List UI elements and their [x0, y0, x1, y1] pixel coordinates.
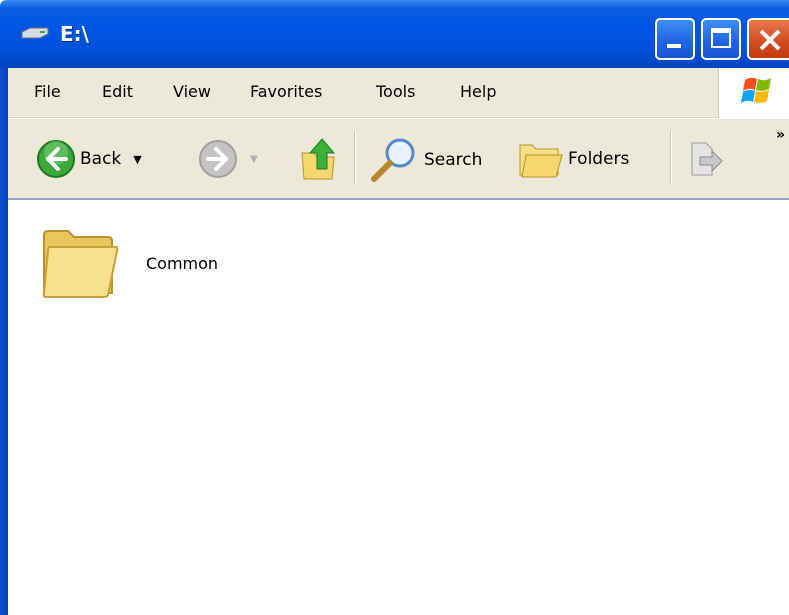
- maximize-icon: [711, 28, 731, 48]
- list-item[interactable]: Common: [40, 225, 218, 301]
- toolbar: Back ▼ ▼ Search Folders »: [8, 118, 789, 200]
- close-icon: [759, 29, 781, 51]
- back-label: Back: [80, 149, 122, 169]
- move-to-button[interactable]: [684, 139, 724, 179]
- forward-button[interactable]: ▼: [198, 139, 258, 179]
- search-icon: [371, 138, 415, 182]
- maximize-button[interactable]: [701, 18, 741, 60]
- close-button[interactable]: [747, 18, 789, 60]
- menu-tools[interactable]: Tools: [376, 82, 415, 101]
- back-button[interactable]: Back ▼: [36, 139, 142, 179]
- title-bar[interactable]: E:\: [0, 0, 789, 68]
- toolbar-separator: [354, 131, 355, 185]
- folders-button[interactable]: Folders: [518, 137, 629, 181]
- file-name: Common: [146, 253, 219, 273]
- forward-dropdown-icon[interactable]: ▼: [250, 154, 258, 165]
- minimize-button[interactable]: [655, 18, 695, 60]
- windows-logo: [718, 68, 789, 118]
- folders-icon: [519, 144, 563, 178]
- menu-edit[interactable]: Edit: [102, 82, 133, 101]
- menu-favorites[interactable]: Favorites: [250, 82, 322, 101]
- windows-flag-icon: [741, 77, 771, 103]
- minimize-icon: [667, 44, 681, 48]
- toolbar-more-button[interactable]: »: [776, 127, 785, 143]
- file-list: Common: [8, 200, 789, 615]
- window-title: E:\: [60, 22, 89, 46]
- menu-file[interactable]: File: [34, 82, 61, 101]
- folder-icon: [42, 230, 119, 298]
- move-to-icon: [691, 142, 723, 176]
- menu-bar: File Edit View Favorites Tools Help: [8, 68, 789, 118]
- menu-view[interactable]: View: [173, 82, 211, 101]
- folders-label: Folders: [568, 149, 630, 169]
- up-folder-icon: [301, 138, 336, 180]
- search-label: Search: [424, 150, 483, 170]
- forward-arrow-icon: [199, 140, 237, 178]
- back-dropdown-icon[interactable]: ▼: [133, 153, 141, 166]
- up-folder-button[interactable]: [300, 135, 340, 181]
- toolbar-separator: [670, 131, 671, 185]
- drive-icon: [21, 27, 49, 39]
- window-frame-left: [0, 68, 8, 615]
- menu-help[interactable]: Help: [460, 82, 496, 101]
- back-arrow-icon: [37, 140, 75, 178]
- search-button[interactable]: Search: [368, 135, 482, 185]
